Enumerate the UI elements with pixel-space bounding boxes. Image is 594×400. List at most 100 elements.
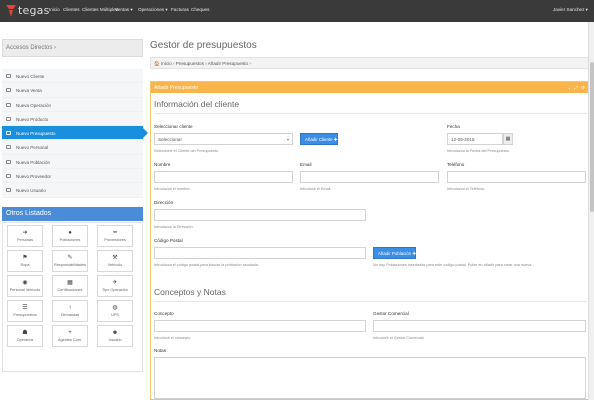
edit-icon: ✎: [67, 255, 73, 261]
tile-tipo-operación[interactable]: ✈ Tipo Operación: [97, 275, 133, 297]
user-plus-icon: [6, 74, 11, 78]
tile-personas[interactable]: ➜ Personas: [7, 225, 43, 247]
steering-icon: ◉: [22, 280, 28, 286]
tile-label: Vehículo: [107, 263, 123, 267]
sidebar-item-label: Nueva Operación: [16, 102, 52, 108]
tile-label: Certificaciones: [57, 288, 83, 292]
tile-personal-vehículo[interactable]: ◉ Personal Vehículo: [7, 275, 43, 297]
tag-icon: ⚑: [22, 255, 28, 261]
gestor-input[interactable]: [373, 320, 586, 332]
add-budget-panel: Añadir Presupuesto ⌄ ⤢ ⟳ Información del…: [150, 81, 590, 400]
tile-responsabilidades[interactable]: ✎ Responsabilidades: [52, 250, 88, 272]
sidebar-item-nueva-operación[interactable]: Nueva Operación: [2, 97, 143, 112]
calendar-icon[interactable]: ▦: [503, 133, 513, 145]
sidebar-item-nuevo-proveedor[interactable]: Nuevo Proveedor: [2, 169, 143, 184]
tile-vehículo[interactable]: ⚒ Vehículo: [97, 250, 133, 272]
gestor-label: Gestor Comercial: [373, 311, 409, 316]
tile-operarios[interactable]: ☗ Operarios: [7, 325, 43, 347]
person-icon: [6, 145, 11, 150]
page-scrollbar[interactable]: [588, 22, 594, 400]
sidebar-item-nuevo-presupuesto[interactable]: Nuevo Presupuesto: [2, 126, 148, 141]
accesos-directos-header[interactable]: Accesos Directos ›: [2, 39, 143, 57]
nombre-help: Introduzca el nombre.: [154, 187, 191, 191]
user-menu[interactable]: Javier Sanchez ▾: [553, 7, 588, 13]
plus-icon: +: [68, 330, 72, 336]
nombre-label: Nombre: [154, 162, 171, 167]
sidebar-item-nuevo-usuario[interactable]: Nuevo Usuario: [2, 183, 143, 198]
section-divider: [154, 301, 587, 302]
tile-usuario[interactable]: ☻ Usuario: [97, 325, 133, 347]
logo-mark-icon: [6, 5, 16, 17]
codigo-postal-input[interactable]: [154, 247, 366, 259]
telefono-input[interactable]: [447, 171, 586, 183]
tile-demandas[interactable]: ↑ Demandas: [52, 300, 88, 322]
sidebar-item-nuevo-cliente[interactable]: Nuevo Cliente: [2, 69, 143, 84]
tile-presupuestos[interactable]: ☰ Presupuestos: [7, 300, 43, 322]
gestor-help: Introducir el Gestor Comercial.: [373, 336, 425, 340]
nav-item-operaciones[interactable]: Operaciones ▾: [138, 7, 168, 13]
tile-agentes-com-[interactable]: + Agentes Com.: [52, 325, 88, 347]
sidebar-item-nueva-venta[interactable]: Nueva Venta: [2, 83, 143, 98]
panel-header: Añadir Presupuesto ⌄ ⤢ ⟳: [151, 82, 589, 93]
codigo-postal-help: Introduzca el código postal para buscar …: [154, 263, 259, 267]
nav-item-cheques[interactable]: Cheques: [191, 7, 209, 12]
sidebar-item-nuevo-personal[interactable]: Nuevo Personal: [2, 140, 143, 155]
nombre-input[interactable]: [154, 171, 293, 183]
tile-ups[interactable]: ◍ UPS: [97, 300, 133, 322]
direccion-input[interactable]: [154, 209, 366, 221]
tile-poblaciones[interactable]: ● Poblaciones: [52, 225, 88, 247]
section-client-info-title: Información del cliente: [154, 99, 240, 109]
sidebar-item-label: Nuevo Personal: [16, 145, 49, 151]
app-logo[interactable]: tegas: [6, 4, 49, 18]
breadcrumb[interactable]: 🏠 Inicio › Presupuestos › Añadir Presupu…: [150, 57, 590, 69]
scrollbar-thumb[interactable]: [590, 62, 594, 212]
minus-icon: ━: [113, 230, 117, 236]
tile-label: Proveedores: [104, 238, 126, 242]
group-icon: ☗: [22, 330, 28, 336]
concepto-help: Introducir el concepto.: [154, 336, 192, 340]
select-cliente-dropdown[interactable]: Seleccionar ▾: [154, 133, 293, 145]
panel-tools-icon[interactable]: ⌄ ⤢ ⟳: [567, 85, 586, 91]
tile-certificaciones[interactable]: ▦ Certificaciones: [52, 275, 88, 297]
arrow-up-icon: ↑: [68, 305, 72, 311]
select-cliente-help: Seleccione el Cliente del Presupuesto.: [154, 149, 220, 153]
chevron-down-icon: ▾: [286, 137, 289, 142]
nav-item-facturas[interactable]: Facturas: [171, 7, 189, 12]
sidebar-item-label: Nuevo Producto: [16, 116, 49, 122]
logo-text: tegas: [18, 4, 50, 17]
select-cliente-value: Seleccionar: [158, 137, 183, 142]
direccion-label: Dirección: [154, 200, 174, 205]
sidebar-item-label: Nuevo Presupuesto: [16, 131, 56, 137]
main-content: Gestor de presupuestos 🏠 Inicio › Presup…: [145, 22, 594, 400]
nav-item-inicio[interactable]: Inicio: [49, 7, 60, 12]
notas-textarea[interactable]: [154, 357, 586, 399]
sidebar-item-nuevo-producto[interactable]: Nuevo Producto: [2, 111, 143, 127]
codigo-postal-label: Código Postal: [154, 238, 183, 243]
tile-ropa[interactable]: ⚑ Ropa: [7, 250, 43, 272]
poblacion-help: No hay Poblaciones insertadas para este …: [373, 263, 533, 267]
section-divider: [154, 113, 587, 114]
fecha-label: Fecha: [447, 124, 460, 129]
nav-item-ventas[interactable]: Ventas ▾: [115, 7, 133, 13]
sidebar-item-label: Nuevo Proveedor: [16, 174, 52, 180]
nav-item-clientes[interactable]: Clientes: [63, 7, 80, 12]
add-population-button[interactable]: Añadir Población ✚: [373, 247, 416, 259]
add-client-button[interactable]: Añadir Cliente ✚: [300, 133, 338, 145]
sidebar-item-nueva-población[interactable]: Nueva Población: [2, 154, 143, 170]
top-navbar: tegas Inicio Clientes Clientes Múltiples…: [0, 0, 594, 22]
nav-item-clientes-multiples[interactable]: Clientes Múltiples: [82, 7, 118, 12]
tile-proveedores[interactable]: ━ Proveedores: [97, 225, 133, 247]
tile-label: Presupuestos: [13, 313, 37, 317]
tile-label: UPS: [111, 313, 119, 317]
sidebar-item-label: Nuevo Usuario: [16, 188, 46, 194]
panel-title: Añadir Presupuesto: [154, 84, 198, 91]
email-help: Introducir el Email.: [300, 187, 332, 191]
user-icon: [6, 188, 11, 193]
direccion-help: Introduzca la Dirección.: [154, 225, 194, 229]
list-icon: [6, 131, 11, 136]
fecha-input[interactable]: 12-05-2015: [447, 133, 503, 145]
concepto-input[interactable]: [154, 320, 366, 332]
telefono-help: Introduzca el Teléfono.: [447, 187, 486, 191]
email-input[interactable]: [300, 171, 439, 183]
map-marker-icon: ●: [68, 230, 72, 236]
